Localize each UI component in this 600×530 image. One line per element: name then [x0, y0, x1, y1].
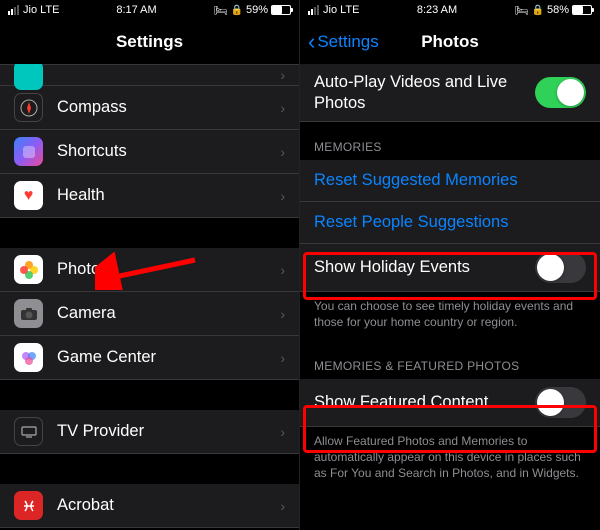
row-label: Show Featured Content: [314, 392, 535, 413]
reset-memories-button[interactable]: Reset Suggested Memories: [300, 160, 600, 202]
lock-icon: 🔒: [231, 5, 243, 16]
chevron-right-icon: ›: [280, 262, 285, 278]
app-icon: [14, 61, 43, 90]
battery-icon: [572, 5, 592, 15]
battery-percent: 59%: [246, 4, 268, 16]
row-label: Photos: [57, 260, 280, 279]
row-label: Health: [57, 186, 280, 205]
back-label: Settings: [317, 32, 378, 52]
chevron-right-icon: ›: [280, 424, 285, 440]
holiday-toggle[interactable]: [535, 252, 586, 283]
row-label: Show Holiday Events: [314, 257, 535, 278]
row-gamecenter[interactable]: Game Center ›: [0, 336, 299, 380]
row-label: Game Center: [57, 348, 280, 367]
row-holiday: Show Holiday Events: [300, 244, 600, 292]
chevron-right-icon: ›: [280, 188, 285, 204]
nav-bar: ‹ Settings Photos: [300, 20, 600, 64]
chevron-right-icon: ›: [280, 67, 285, 83]
autoplay-toggle[interactable]: [535, 77, 586, 108]
chevron-right-icon: ›: [280, 306, 285, 322]
status-bar: Jio LTE 8:23 AM 🛏 🔒 58%: [300, 0, 600, 20]
back-button[interactable]: ‹ Settings: [308, 29, 379, 55]
settings-screen: Jio LTE 8:17 AM 🛏 🔒 59% Settings › Compa…: [0, 0, 300, 530]
health-icon: ♥: [14, 181, 43, 210]
row-hidden-top[interactable]: ›: [0, 64, 299, 86]
page-title: Settings: [116, 32, 183, 52]
section-header-featured: MEMORIES & FEATURED PHOTOS: [300, 341, 600, 379]
row-acrobat[interactable]: Acrobat ›: [0, 484, 299, 528]
page-title: Photos: [421, 32, 479, 52]
clock: 8:17 AM: [59, 4, 213, 16]
carrier-label: Jio LTE: [23, 4, 59, 16]
row-label: TV Provider: [57, 422, 280, 441]
section-header-memories: MEMORIES: [300, 122, 600, 160]
chevron-right-icon: ›: [280, 100, 285, 116]
chevron-right-icon: ›: [280, 350, 285, 366]
featured-toggle[interactable]: [535, 387, 586, 418]
row-tvprovider[interactable]: TV Provider ›: [0, 410, 299, 454]
chevron-right-icon: ›: [280, 498, 285, 514]
row-label: Acrobat: [57, 496, 280, 515]
camera-icon: [14, 299, 43, 328]
bed-icon: 🛏: [214, 4, 228, 17]
carrier-label: Jio LTE: [323, 4, 359, 16]
row-photos[interactable]: Photos ›: [0, 248, 299, 292]
tv-icon: [14, 417, 43, 446]
row-featured: Show Featured Content: [300, 379, 600, 427]
battery-icon: [271, 5, 291, 15]
row-health[interactable]: ♥ Health ›: [0, 174, 299, 218]
row-compass[interactable]: Compass ›: [0, 86, 299, 130]
compass-icon: [14, 93, 43, 122]
holiday-footer: You can choose to see timely holiday eve…: [300, 292, 600, 340]
row-label: Auto-Play Videos and Live Photos: [314, 72, 535, 113]
nav-bar: Settings: [0, 20, 299, 64]
status-bar: Jio LTE 8:17 AM 🛏 🔒 59%: [0, 0, 299, 20]
photos-settings-screen: Jio LTE 8:23 AM 🛏 🔒 58% ‹ Settings Photo…: [300, 0, 600, 530]
battery-percent: 58%: [547, 4, 569, 16]
clock: 8:23 AM: [359, 4, 514, 16]
reset-people-button[interactable]: Reset People Suggestions: [300, 202, 600, 244]
signal-icon: [8, 5, 19, 15]
row-camera[interactable]: Camera ›: [0, 292, 299, 336]
photos-icon: [14, 255, 43, 284]
signal-icon: [308, 5, 319, 15]
row-autoplay: Auto-Play Videos and Live Photos: [300, 64, 600, 122]
gamecenter-icon: [14, 343, 43, 372]
shortcuts-icon: [14, 137, 43, 166]
chevron-left-icon: ‹: [308, 29, 315, 55]
chevron-right-icon: ›: [280, 144, 285, 160]
row-shortcuts[interactable]: Shortcuts ›: [0, 130, 299, 174]
bed-icon: 🛏: [515, 4, 529, 17]
row-label: Compass: [57, 98, 280, 117]
featured-footer: Allow Featured Photos and Memories to au…: [300, 427, 600, 492]
lock-icon: 🔒: [532, 5, 544, 16]
row-label: Shortcuts: [57, 142, 280, 161]
row-label: Camera: [57, 304, 280, 323]
acrobat-icon: [14, 491, 43, 520]
